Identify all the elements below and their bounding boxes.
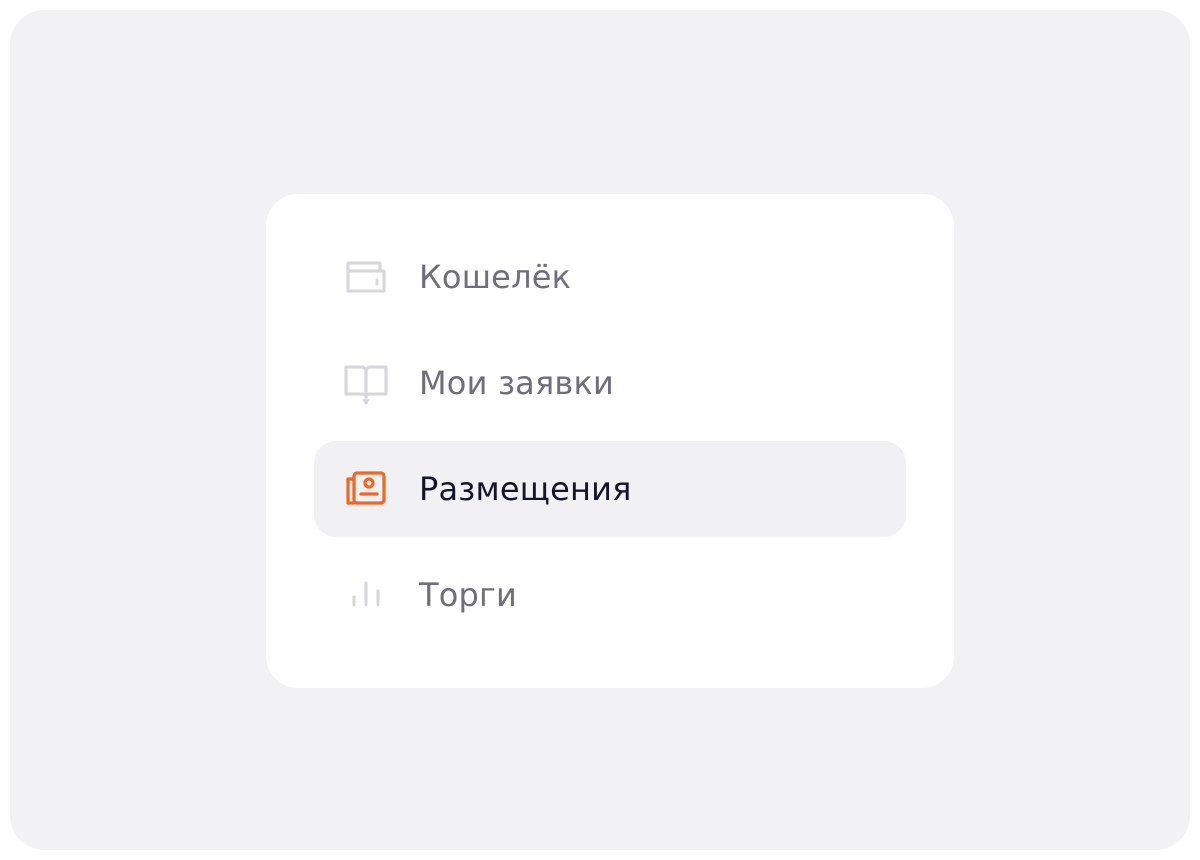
navigation-menu-card: Кошелёк Мои заявки Размещения Торги (266, 194, 954, 688)
menu-item-label: Мои заявки (419, 364, 615, 402)
menu-item-wallet[interactable]: Кошелёк (314, 229, 906, 325)
menu-item-auctions[interactable]: Торги (314, 547, 906, 643)
menu-item-placements[interactable]: Размещения (314, 441, 906, 537)
book-icon (342, 359, 390, 407)
page-background: Кошелёк Мои заявки Размещения Торги (10, 10, 1190, 850)
bar-chart-icon (342, 571, 390, 619)
placements-icon (342, 465, 390, 513)
menu-item-label: Размещения (419, 470, 632, 508)
menu-item-label: Торги (419, 576, 518, 614)
navigation-menu: Кошелёк Мои заявки Размещения Торги (314, 229, 906, 643)
menu-item-label: Кошелёк (419, 258, 572, 296)
wallet-icon (342, 253, 390, 301)
menu-item-my-requests[interactable]: Мои заявки (314, 335, 906, 431)
